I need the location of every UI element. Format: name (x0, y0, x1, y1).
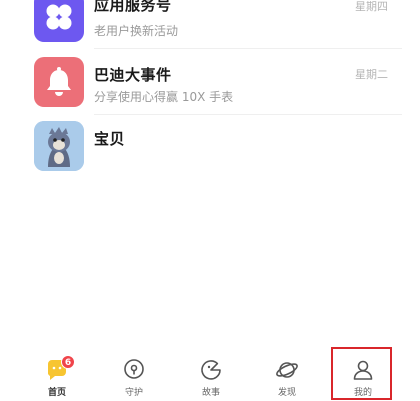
tab-home[interactable]: 6 首页 (27, 350, 87, 401)
tab-label: 首页 (47, 388, 66, 398)
tab-story[interactable]: 故事 (181, 350, 241, 401)
service-avatar (34, 0, 84, 42)
baby-avatar (34, 121, 84, 171)
bell-icon (47, 67, 71, 96)
tab-label: 发现 (277, 388, 296, 398)
tab-guard[interactable]: 守护 (104, 350, 164, 401)
row-divider (94, 114, 402, 115)
story-icon (201, 360, 221, 380)
conversation-title: 宝贝 (94, 130, 126, 148)
events-avatar (34, 57, 84, 107)
conversation-title: 巴迪大事件 (94, 66, 172, 84)
conversation-subtitle: 老用户换新活动 (94, 24, 179, 38)
child-avatar (34, 121, 84, 171)
conversation-item-baby[interactable]: 宝贝 (0, 121, 420, 183)
conversation-title: 应用服务号 (94, 0, 172, 14)
conversation-item-service[interactable]: 应用服务号 老用户换新活动 星期四 (0, 0, 420, 54)
tab-label: 守护 (124, 388, 143, 398)
unread-badge: 6 (61, 355, 75, 369)
row-divider (94, 48, 402, 49)
location-pin-icon (124, 359, 144, 379)
tab-label: 故事 (201, 388, 220, 398)
tab-discover[interactable]: 发现 (257, 350, 317, 401)
planet-icon (276, 362, 298, 378)
flower-icon (46, 4, 72, 30)
conversation-item-events[interactable]: 巴迪大事件 分享使用心得赢 10X 手表 星期二 (0, 55, 420, 117)
conversation-time: 星期四 (355, 0, 388, 13)
conversation-time: 星期二 (355, 68, 388, 81)
conversation-subtitle: 分享使用心得赢 10X 手表 (94, 90, 234, 104)
highlight-box (331, 347, 392, 400)
